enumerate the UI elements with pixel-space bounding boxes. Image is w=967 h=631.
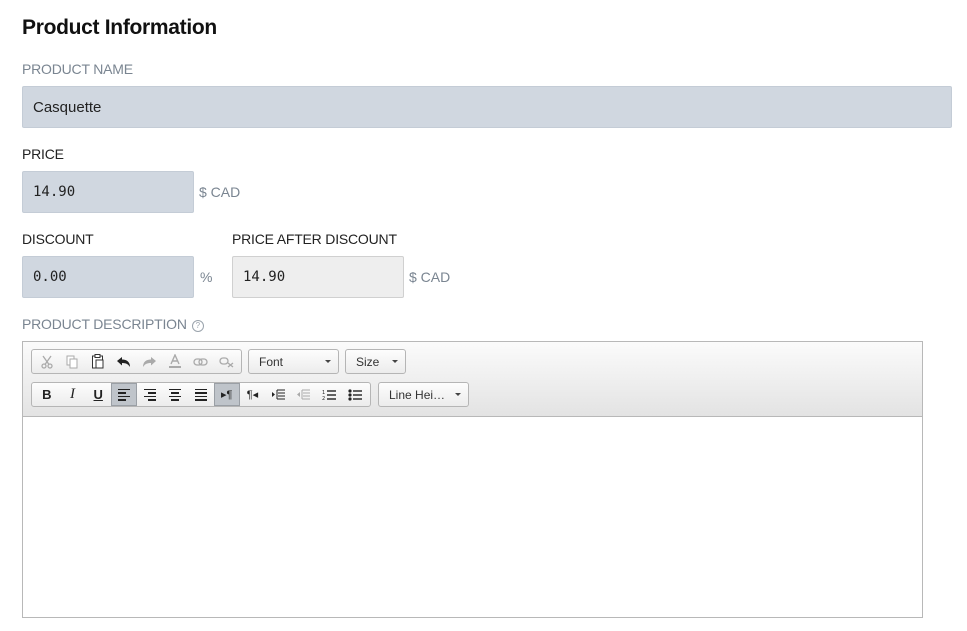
bold-icon[interactable]: B [34,383,60,406]
font-select[interactable]: Font [248,349,339,374]
price-after-discount-label: PRICE AFTER DISCOUNT [232,231,397,247]
unlink-icon[interactable] [213,350,239,373]
price-input[interactable]: 14.90 [22,171,194,213]
align-center-icon[interactable] [162,383,188,406]
underline-icon[interactable]: U [85,383,111,406]
redo-icon[interactable] [137,350,163,373]
editor-content-area[interactable] [23,417,922,617]
rtl-icon[interactable]: ¶◂ [240,383,266,406]
ltr-icon[interactable]: ▸¶ [213,383,240,406]
product-name-input[interactable]: Casquette [22,86,952,128]
toolbar-group-format: B I U ▸¶ ¶◂ 12 [31,382,371,407]
price-label: PRICE [22,146,64,162]
size-select[interactable]: Size [345,349,406,374]
link-icon[interactable] [188,350,214,373]
unordered-list-icon[interactable] [342,383,368,406]
outdent-icon[interactable] [291,383,317,406]
chevron-down-icon [392,360,398,363]
chevron-down-icon [325,360,331,363]
cut-icon[interactable] [34,350,60,373]
line-height-select-label: Line Hei… [389,387,446,402]
rich-text-editor: Font Size B I U ▸¶ ¶◂ 1 2 Line Hei… [22,341,923,618]
font-color-icon[interactable] [162,350,188,373]
size-select-label: Size [356,354,380,369]
italic-icon[interactable]: I [60,383,86,406]
undo-icon[interactable] [111,350,137,373]
section-title: Product Information [22,16,217,39]
paste-icon[interactable] [85,350,111,373]
editor-toolbar: Font Size B I U ▸¶ ¶◂ 1 2 Line Hei… [23,342,922,417]
indent-icon[interactable] [265,383,291,406]
product-description-label-row: PRODUCT DESCRIPTION? [22,316,204,332]
ordered-list-icon[interactable]: 12 [317,383,343,406]
align-justify-icon[interactable] [188,383,214,406]
align-right-icon[interactable] [137,383,163,406]
line-height-select[interactable]: Line Hei… [378,382,469,407]
discount-label: DISCOUNT [22,231,94,247]
chevron-down-icon [455,393,461,396]
align-left-icon[interactable] [111,383,137,406]
svg-text:2: 2 [322,396,325,401]
discount-unit: % [200,269,213,285]
discount-input[interactable]: 0.00 [22,256,194,298]
font-select-label: Font [259,354,284,369]
product-description-label: PRODUCT DESCRIPTION [22,316,187,332]
copy-icon[interactable] [60,350,86,373]
question-circle-icon[interactable]: ? [191,319,204,332]
toolbar-group-edit [31,349,242,374]
product-name-label: PRODUCT NAME [22,61,133,77]
price-unit: $ CAD [199,184,241,200]
price-after-discount-field: 14.90 [232,256,404,298]
price-after-discount-unit: $ CAD [409,269,451,285]
